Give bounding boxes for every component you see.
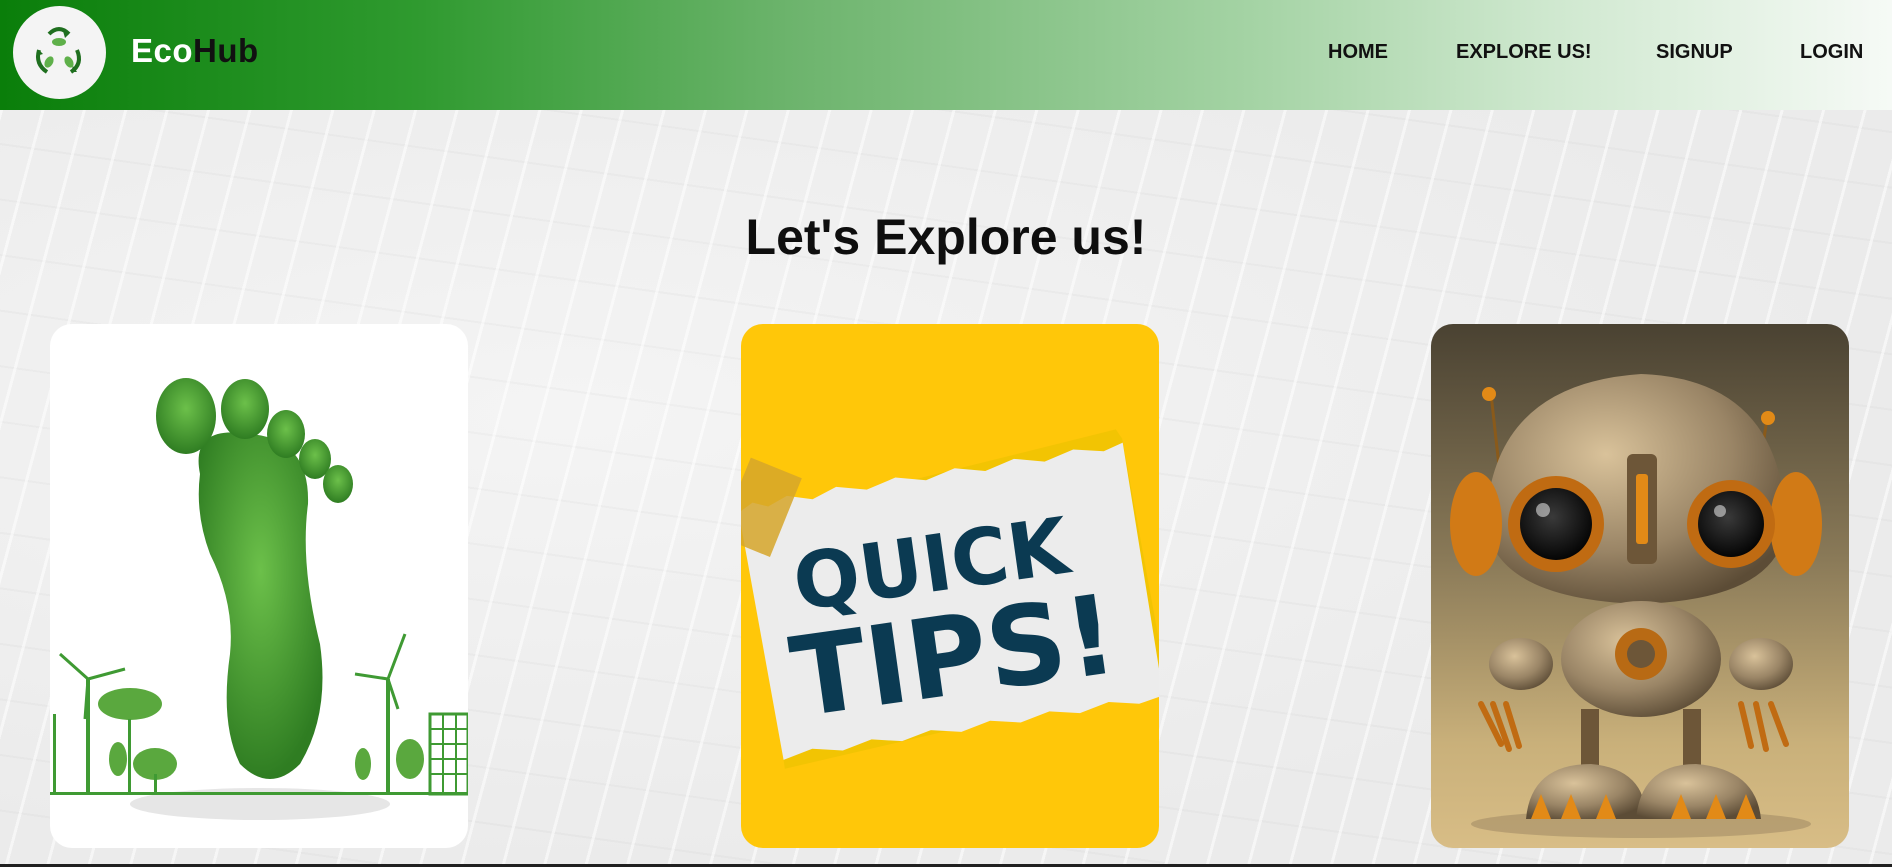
- robot-image: [1450, 374, 1822, 838]
- brand-hub: Hub: [193, 32, 259, 69]
- navbar: EcoHub HOME EXPLORE US! SIGNUP LOGIN: [0, 0, 1892, 110]
- nav-home[interactable]: HOME: [1328, 41, 1388, 64]
- nav-explore-us[interactable]: EXPLORE US!: [1456, 41, 1592, 64]
- brand-eco: Eco: [131, 32, 194, 69]
- recycle-leaf-icon: [36, 27, 81, 74]
- page-title: Let's Explore us!: [745, 208, 1147, 265]
- brand-name[interactable]: EcoHub: [131, 32, 259, 70]
- footprint-image: [50, 378, 468, 820]
- quick-tips-image: QUICK TIPS!: [741, 429, 1159, 769]
- card-footprint[interactable]: [50, 324, 468, 848]
- card-quick-tips[interactable]: QUICK TIPS!: [741, 324, 1159, 848]
- logo[interactable]: [13, 6, 106, 99]
- nav-signup[interactable]: SIGNUP: [1656, 41, 1733, 64]
- card-robot[interactable]: [1431, 324, 1849, 848]
- nav-login[interactable]: LOGIN: [1800, 41, 1863, 64]
